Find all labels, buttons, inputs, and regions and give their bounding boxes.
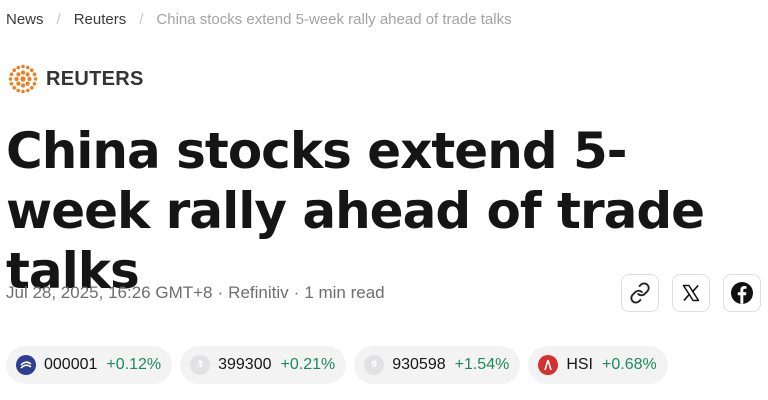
ticker-symbol: HSI bbox=[566, 356, 593, 373]
facebook-icon bbox=[731, 282, 753, 304]
ticker-symbol: 930598 bbox=[392, 356, 446, 373]
ticker-symbol: 399300 bbox=[218, 356, 272, 373]
breadcrumb-news-link[interactable]: News bbox=[6, 11, 44, 28]
ticker-change: +0.21% bbox=[280, 356, 336, 373]
x-icon bbox=[682, 284, 700, 302]
ticker-change: +0.12% bbox=[106, 356, 162, 373]
ticker-chip-930598[interactable]: 9 930598 +1.54% bbox=[354, 346, 521, 384]
share-facebook-button[interactable] bbox=[723, 274, 761, 312]
ticker-change: +0.68% bbox=[602, 356, 657, 373]
share-x-button[interactable] bbox=[672, 274, 710, 312]
ticker-symbol: 000001 bbox=[44, 356, 98, 373]
article-meta: Jul 28, 2025, 16:26 GMT+8 · Refinitiv · … bbox=[6, 281, 385, 305]
ticker-chip-hsi[interactable]: HSI +0.68% bbox=[528, 346, 668, 384]
meta-separator: · bbox=[217, 283, 224, 302]
ticker-change: +1.54% bbox=[454, 356, 510, 373]
ticker-chip-399300[interactable]: 3 399300 +0.21% bbox=[180, 346, 347, 384]
meta-separator: · bbox=[293, 283, 300, 302]
breadcrumb-separator: / bbox=[139, 10, 144, 28]
article-date: Jul 28, 2025, 16:26 GMT+8 bbox=[6, 283, 213, 302]
index-badge-icon: 3 bbox=[190, 355, 211, 375]
link-icon bbox=[630, 282, 650, 304]
reuters-logo[interactable]: REUTERS bbox=[6, 64, 144, 94]
sse-exchange-icon bbox=[16, 355, 36, 375]
article-source: Refinitiv bbox=[228, 283, 289, 302]
hsi-exchange-icon bbox=[538, 355, 559, 375]
breadcrumb: News / Reuters / China stocks extend 5-w… bbox=[6, 9, 512, 29]
article-read-time: 1 min read bbox=[304, 283, 385, 302]
copy-link-button[interactable] bbox=[621, 274, 659, 312]
logo-wordmark: REUTERS bbox=[46, 67, 144, 90]
index-badge-icon: 9 bbox=[364, 355, 385, 375]
ticker-chip-000001[interactable]: 000001 +0.12% bbox=[6, 346, 173, 384]
breadcrumb-current: China stocks extend 5-week rally ahead o… bbox=[156, 10, 512, 28]
reuters-dot-logo-icon bbox=[8, 64, 38, 94]
breadcrumb-reuters-link[interactable]: Reuters bbox=[74, 11, 127, 28]
ticker-list: 000001 +0.12% 3 399300 +0.21% 9 930598 +… bbox=[6, 346, 676, 384]
breadcrumb-separator: / bbox=[56, 10, 61, 28]
